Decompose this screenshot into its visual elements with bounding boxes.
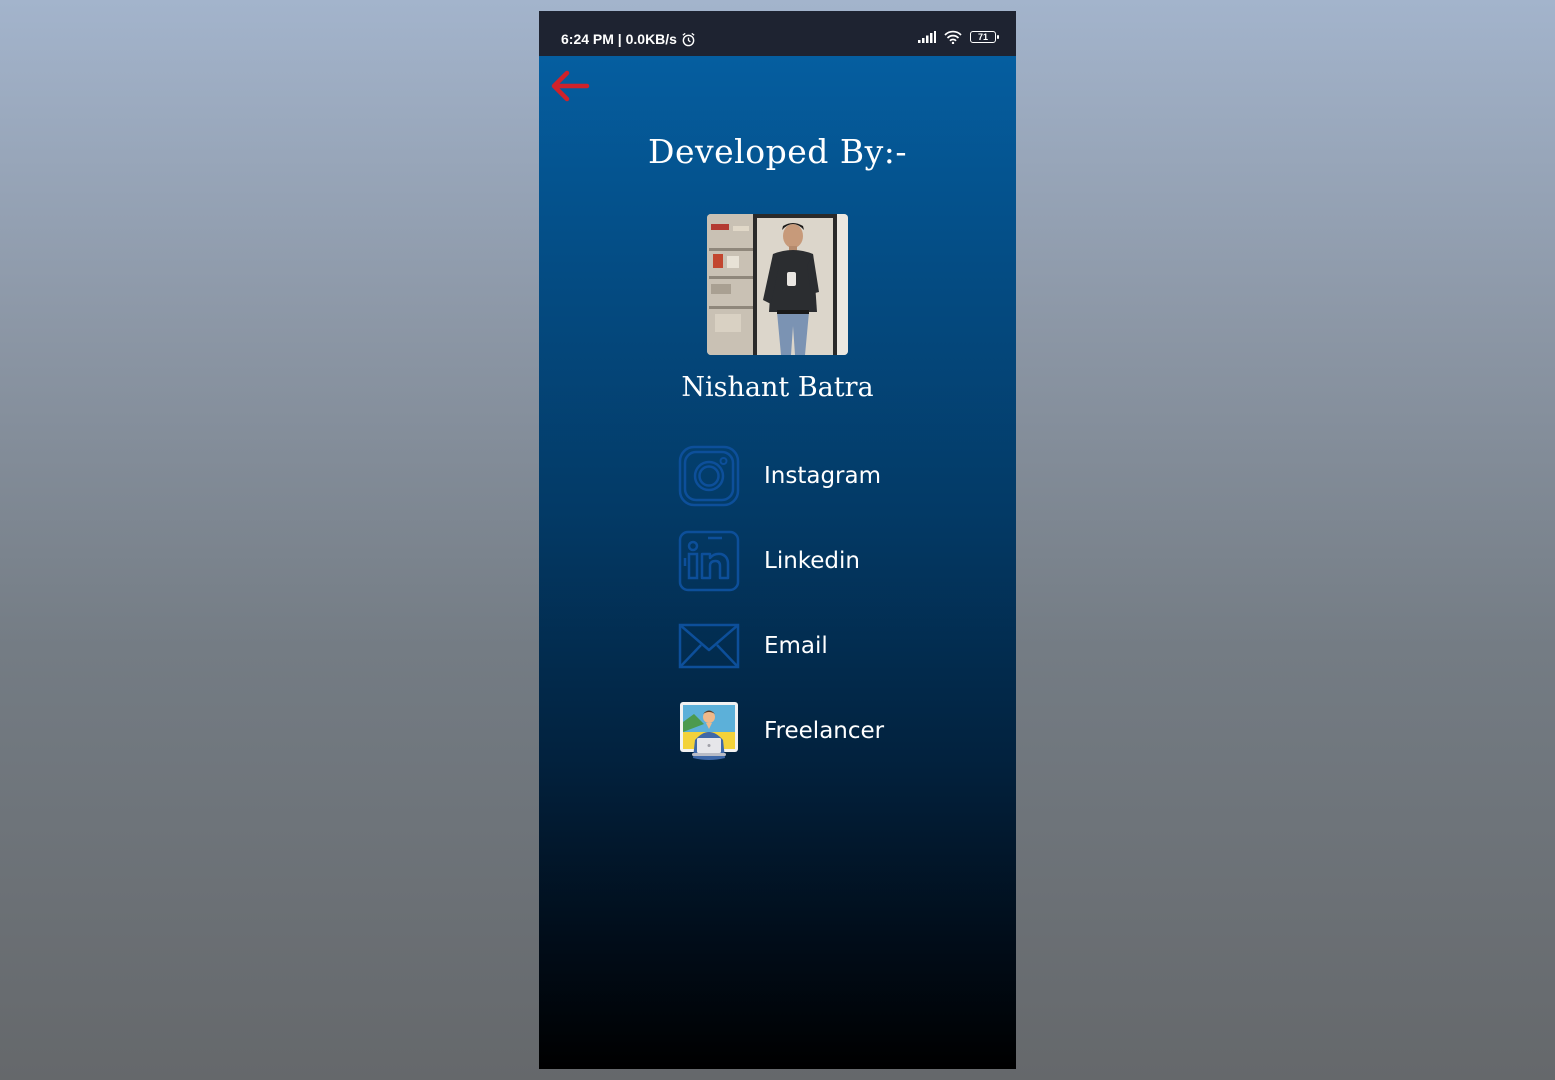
status-time-speed-text: 6:24 PM | 0.0KB/s xyxy=(561,31,677,47)
page-title: Developed By:- xyxy=(647,132,907,171)
status-icons: 71 xyxy=(918,30,999,44)
email-label: Email xyxy=(764,633,828,659)
back-button[interactable] xyxy=(549,68,591,104)
status-time-speed: 6:24 PM | 0.0KB/s xyxy=(561,31,696,47)
developer-photo-image xyxy=(707,214,848,355)
signal-icon xyxy=(918,31,936,43)
freelancer-label: Freelancer xyxy=(764,718,885,744)
battery-icon: 71 xyxy=(970,31,999,43)
linkedin-link[interactable]: Linkedin xyxy=(678,530,898,592)
status-bar: 6:24 PM | 0.0KB/s 71 xyxy=(539,11,1016,56)
instagram-label: Instagram xyxy=(764,463,882,489)
wifi-icon xyxy=(944,30,962,44)
alarm-icon xyxy=(682,32,695,46)
developer-photo xyxy=(707,214,848,355)
developer-name: Nishant Batra xyxy=(681,372,874,403)
phone-screen: 6:24 PM | 0.0KB/s 71 Developed By:- Nish… xyxy=(539,11,1016,1069)
email-icon xyxy=(678,615,740,677)
linkedin-label: Linkedin xyxy=(764,548,860,574)
email-link[interactable]: Email xyxy=(678,615,898,677)
developer-screen: Developed By:- Nishant Batra Instagram L… xyxy=(539,56,1016,1069)
instagram-link[interactable]: Instagram xyxy=(678,445,898,507)
back-arrow-icon xyxy=(551,70,590,102)
linkedin-icon xyxy=(678,530,740,592)
freelancer-link[interactable]: Freelancer xyxy=(678,700,898,762)
battery-level: 71 xyxy=(977,31,988,42)
instagram-icon xyxy=(678,445,740,507)
freelancer-icon xyxy=(678,700,740,762)
